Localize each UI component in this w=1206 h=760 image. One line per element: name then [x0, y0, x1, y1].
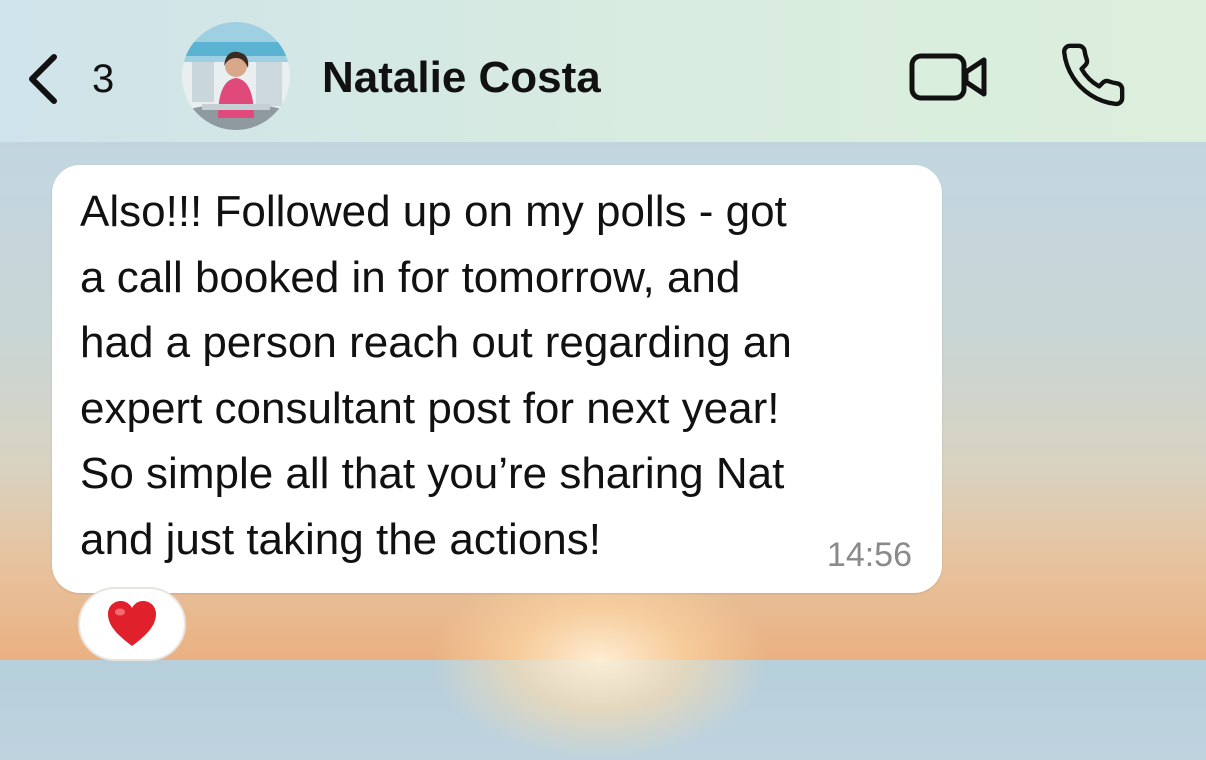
- message-reaction[interactable]: [78, 587, 186, 661]
- message-line: had a person reach out regarding an: [80, 318, 792, 367]
- message-text: Also!!! Followed up on my polls - got a …: [80, 179, 930, 572]
- incoming-message-bubble[interactable]: Also!!! Followed up on my polls - got a …: [52, 165, 942, 593]
- message-timestamp: 14:56: [826, 536, 912, 574]
- chevron-left-icon: [29, 54, 57, 104]
- message-line: expert consultant post for next year!: [80, 383, 780, 433]
- message-line: So simple all that you’re sharing Nat: [80, 449, 785, 498]
- back-button[interactable]: 3: [24, 44, 134, 114]
- red-heart-icon: [108, 601, 156, 646]
- message-line: a call booked in for tomorrow, and: [80, 252, 741, 302]
- voice-call-button[interactable]: [1058, 40, 1128, 110]
- chat-header: 3 Natalie Costa: [0, 0, 1206, 142]
- message-line: and just taking the actions!: [80, 514, 601, 564]
- unread-count: 3: [92, 56, 115, 101]
- message-line: Also!!! Followed up on my polls - got: [80, 187, 787, 236]
- phone-icon: [1061, 43, 1125, 107]
- avatar[interactable]: [182, 22, 290, 130]
- video-camera-icon: [909, 53, 987, 101]
- contact-name[interactable]: Natalie Costa: [322, 52, 601, 104]
- video-call-button[interactable]: [906, 46, 992, 108]
